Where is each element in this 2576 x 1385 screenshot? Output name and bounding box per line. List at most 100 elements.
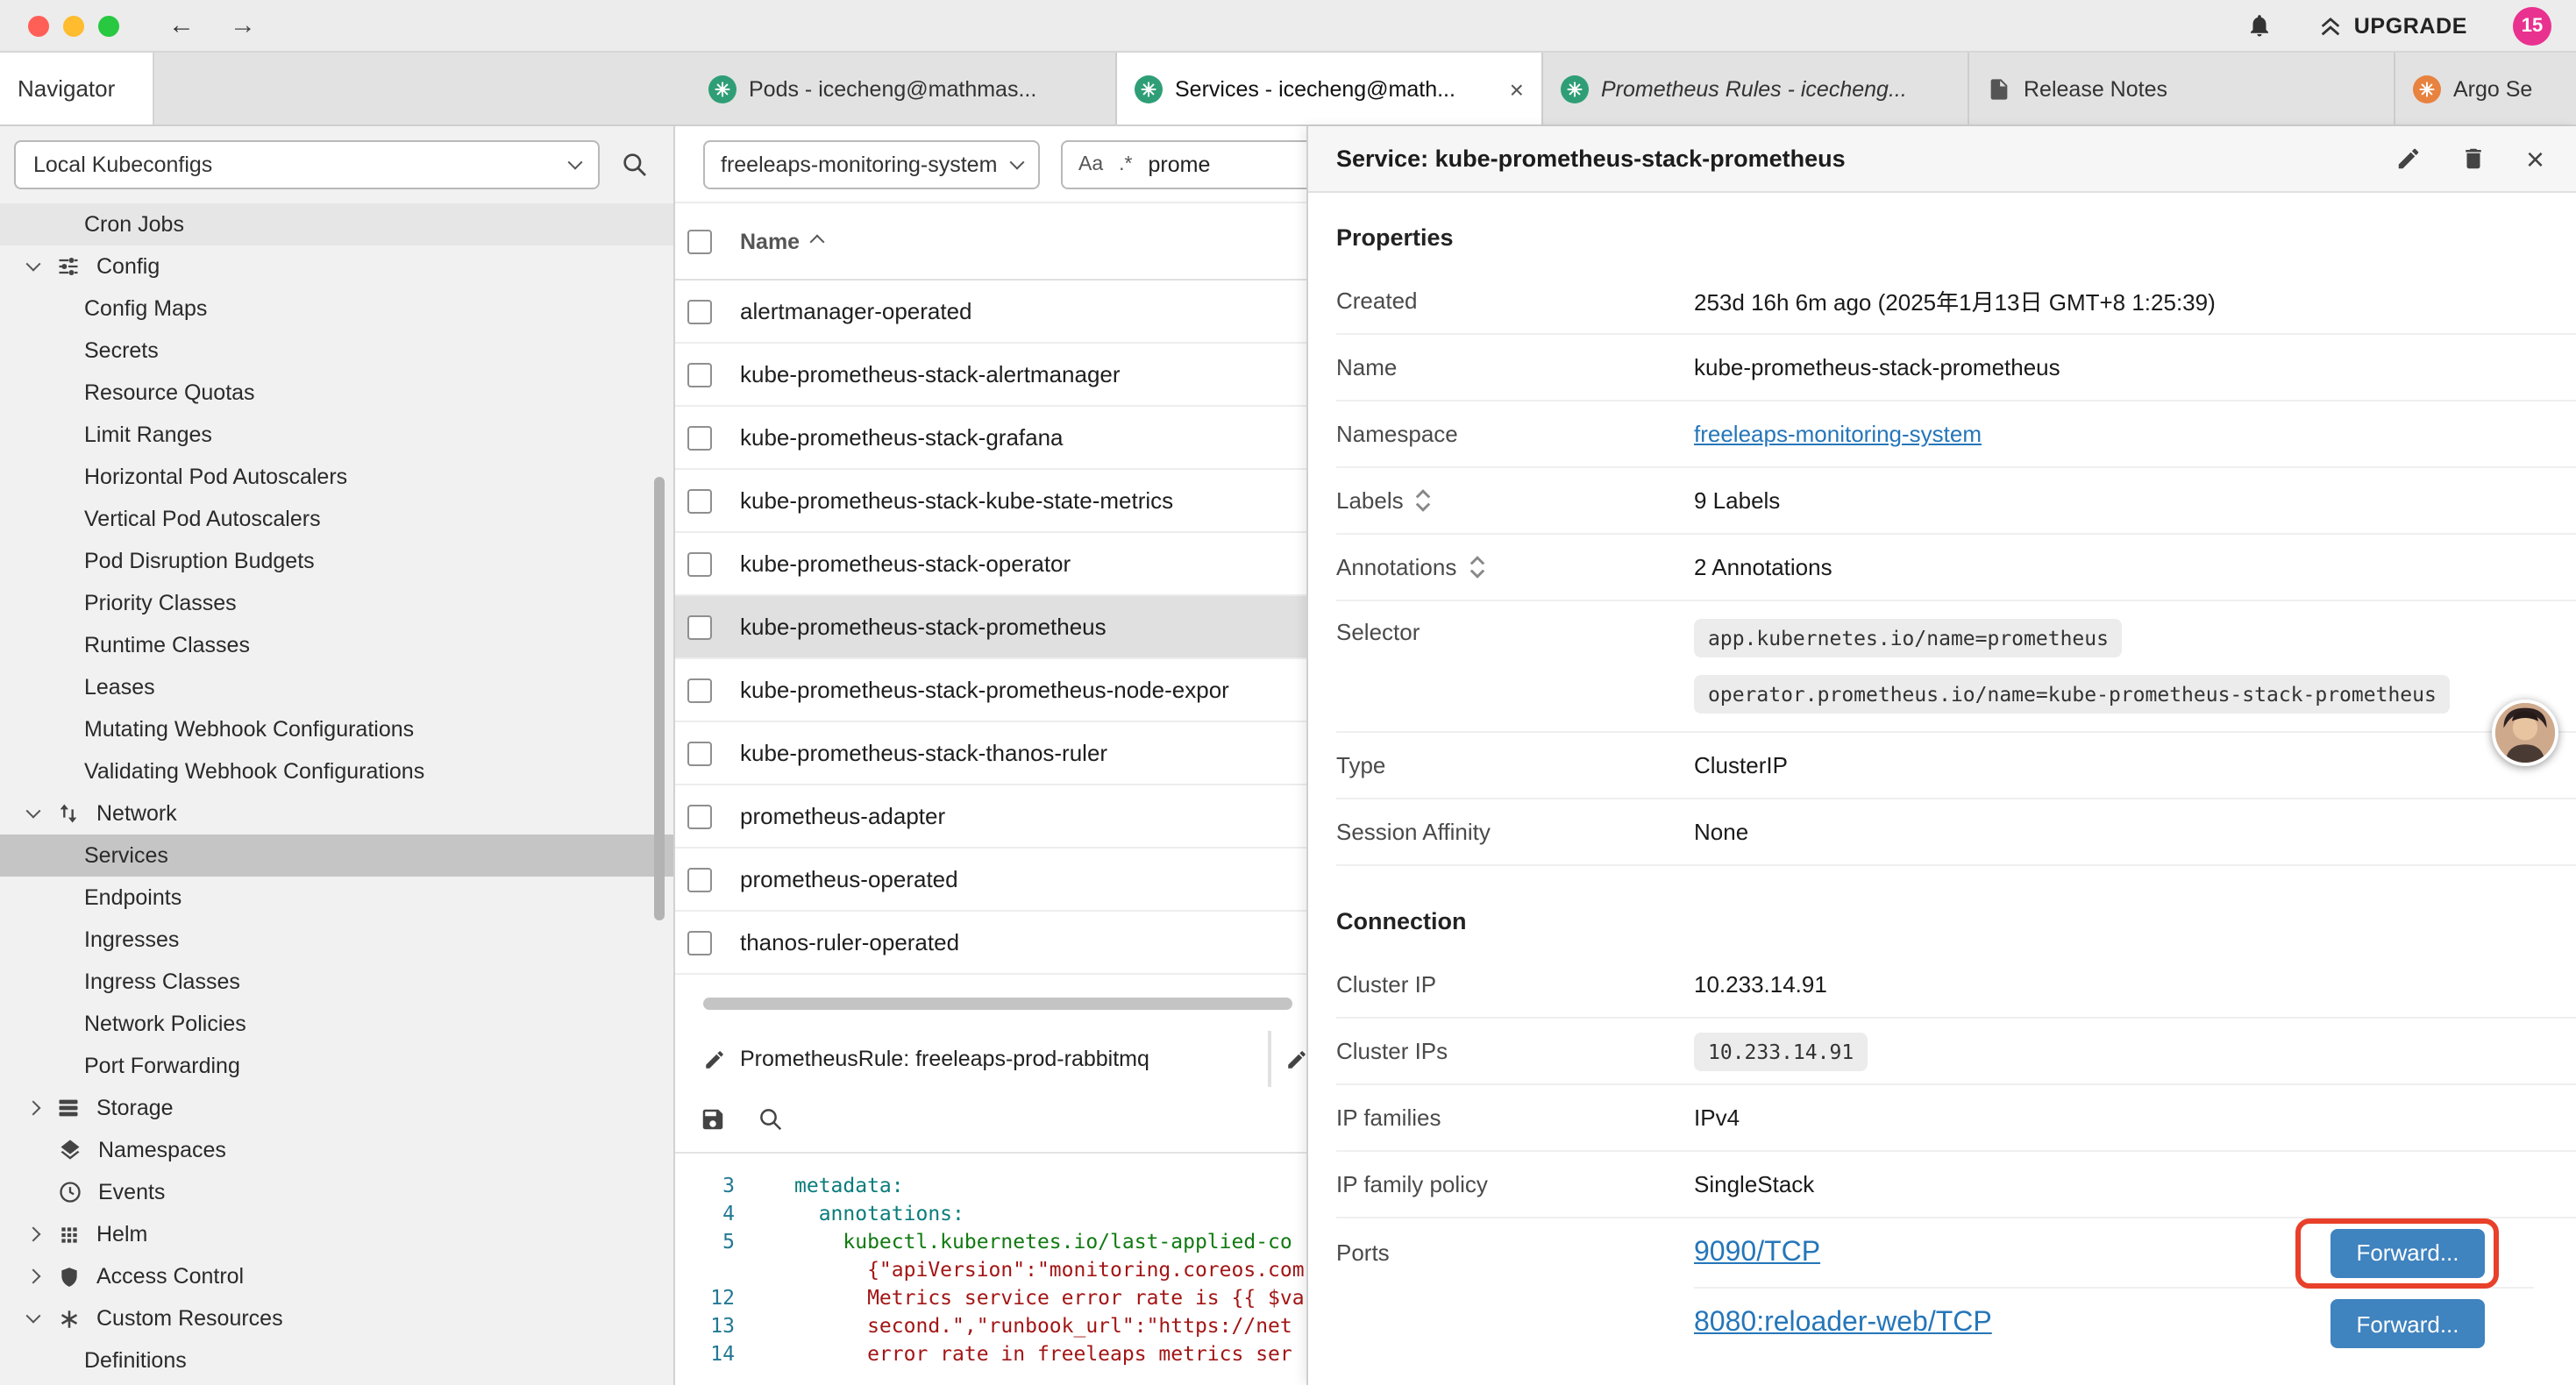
save-icon[interactable] [700, 1106, 726, 1133]
row-checkbox[interactable] [687, 614, 712, 639]
tab-release-notes[interactable]: Release Notes [1969, 53, 2395, 124]
sidebar-item-storage[interactable]: Storage [0, 1087, 673, 1129]
forward-button[interactable]: Forward... [2330, 1299, 2485, 1348]
tab-pods[interactable]: Pods - icecheng@mathmas... [691, 53, 1117, 124]
match-case-toggle[interactable]: Aa [1078, 153, 1103, 174]
sidebar-item-pod-disruption-budgets[interactable]: Pod Disruption Budgets [0, 540, 673, 582]
table-row[interactable]: prometheus-operated [675, 849, 1306, 912]
cluster-icon [1561, 75, 1589, 103]
sidebar-item-access-control[interactable]: Access Control [0, 1255, 673, 1297]
sidebar-item-validating-webhook-configurations[interactable]: Validating Webhook Configurations [0, 750, 673, 792]
sidebar-item-secrets[interactable]: Secrets [0, 330, 673, 372]
table-row[interactable]: kube-prometheus-stack-alertmanager [675, 344, 1306, 407]
row-checkbox[interactable] [687, 551, 712, 576]
sidebar-item-priority-classes[interactable]: Priority Classes [0, 582, 673, 624]
port-link[interactable]: 8080:reloader-web/TCP [1694, 1308, 1992, 1339]
tab-prometheus-rules[interactable]: Prometheus Rules - icecheng... [1543, 53, 1969, 124]
sidebar-item-runtime-classes[interactable]: Runtime Classes [0, 624, 673, 666]
table-row[interactable]: kube-prometheus-stack-prometheus-node-ex… [675, 659, 1306, 722]
sidebar-item-limit-ranges[interactable]: Limit Ranges [0, 414, 673, 456]
minimize-window-button[interactable] [63, 15, 84, 36]
namespace-link[interactable]: freeleaps-monitoring-system [1694, 421, 1982, 447]
zoom-window-button[interactable] [98, 15, 119, 36]
property-row-ip-family-policy: IP family policy SingleStack [1336, 1152, 2576, 1218]
row-checkbox[interactable] [687, 488, 712, 513]
close-drawer-icon[interactable]: × [2526, 143, 2544, 174]
namespace-filter-dropdown[interactable]: freeleaps-monitoring-system [703, 139, 1040, 188]
row-checkbox[interactable] [687, 299, 712, 323]
tab-services[interactable]: Services - icecheng@math... × [1117, 53, 1543, 124]
edit-pencil-icon[interactable] [2396, 146, 2423, 172]
row-checkbox[interactable] [687, 867, 712, 891]
forward-button[interactable]: Forward... [2330, 1228, 2485, 1277]
sidebar-item-endpoints[interactable]: Endpoints [0, 877, 673, 919]
notification-count-badge[interactable]: 15 [2513, 6, 2551, 45]
delete-trash-icon[interactable] [2461, 146, 2487, 172]
sidebar-item-events[interactable]: Events [0, 1171, 673, 1213]
row-checkbox[interactable] [687, 678, 712, 702]
sidebar-item-network-policies[interactable]: Network Policies [0, 1003, 673, 1045]
sidebar-item-services[interactable]: Services [0, 835, 673, 877]
regex-toggle[interactable]: .* [1119, 153, 1132, 174]
storage-icon [54, 1096, 82, 1120]
search-icon[interactable] [621, 151, 649, 179]
sidebar-item-config-maps[interactable]: Config Maps [0, 288, 673, 330]
table-row-selected[interactable]: kube-prometheus-stack-prometheus [675, 596, 1306, 659]
table-row[interactable]: kube-prometheus-stack-operator [675, 533, 1306, 596]
close-tab-icon[interactable]: × [1510, 75, 1524, 103]
chevron-down-icon [26, 804, 41, 819]
tab-argo[interactable]: Argo Se [2395, 53, 2576, 124]
sidebar-item-port-forwarding[interactable]: Port Forwarding [0, 1045, 673, 1087]
table-row[interactable]: kube-prometheus-stack-kube-state-metrics [675, 470, 1306, 533]
table-row[interactable]: prometheus-adapter [675, 785, 1306, 849]
sidebar-item-horizontal-pod-autoscalers[interactable]: Horizontal Pod Autoscalers [0, 456, 673, 498]
sidebar-item-network[interactable]: Network [0, 792, 673, 835]
row-checkbox[interactable] [687, 425, 712, 450]
row-checkbox[interactable] [687, 362, 712, 387]
port-link[interactable]: 9090/TCP [1694, 1237, 1820, 1268]
select-all-checkbox[interactable] [687, 229, 712, 253]
close-window-button[interactable] [28, 15, 49, 36]
name-column-header[interactable]: Name [740, 229, 822, 253]
sidebar-item-definitions[interactable]: Definitions [0, 1339, 673, 1381]
expand-updown-icon[interactable] [1469, 556, 1484, 579]
sidebar-item-leases[interactable]: Leases [0, 666, 673, 708]
kubeconfig-dropdown[interactable]: Local Kubeconfigs [14, 140, 600, 189]
table-row[interactable]: thanos-ruler-operated [675, 912, 1306, 975]
sidebar-item-mutating-webhook-configurations[interactable]: Mutating Webhook Configurations [0, 708, 673, 750]
service-details-drawer: Service: kube-prometheus-stack-prometheu… [1306, 126, 2576, 1385]
row-checkbox[interactable] [687, 741, 712, 765]
sidebar-item-config[interactable]: Config [0, 245, 673, 288]
table-header[interactable]: Name [675, 203, 1306, 281]
table-row[interactable]: kube-prometheus-stack-thanos-ruler [675, 722, 1306, 785]
table-row[interactable]: alertmanager-operated [675, 281, 1306, 344]
sidebar-item-helm[interactable]: Helm [0, 1213, 673, 1255]
sidebar-scrollbar[interactable] [654, 477, 665, 920]
back-arrow-icon[interactable]: ← [168, 12, 195, 39]
row-checkbox[interactable] [687, 930, 712, 955]
sidebar-item-cron-jobs[interactable]: Cron Jobs [0, 203, 673, 245]
sidebar-item-vertical-pod-autoscalers[interactable]: Vertical Pod Autoscalers [0, 498, 673, 540]
yaml-editor[interactable]: 3metadata: 4 annotations: 5 kubectl.kube… [675, 1154, 1306, 1385]
forward-arrow-icon[interactable]: → [230, 12, 256, 39]
sidebar-item-ingresses[interactable]: Ingresses [0, 919, 673, 961]
sidebar-item-ingress-classes[interactable]: Ingress Classes [0, 961, 673, 1003]
editor-search-icon[interactable] [758, 1106, 784, 1133]
horizontal-scrollbar[interactable] [703, 997, 1292, 1009]
sidebar-item-namespaces[interactable]: Namespaces [0, 1129, 673, 1171]
swap-vert-icon [54, 801, 82, 826]
avatar[interactable] [2492, 700, 2558, 766]
sidebar-item-resource-quotas[interactable]: Resource Quotas [0, 372, 673, 414]
row-checkbox[interactable] [687, 804, 712, 828]
notifications-bell-icon[interactable] [2247, 12, 2274, 39]
sidebar-item-custom-resources[interactable]: Custom Resources [0, 1297, 673, 1339]
search-input[interactable] [1149, 152, 1306, 176]
dock-tab-prometheusrule[interactable]: PrometheusRule: freeleaps-prod-rabbitmq [675, 1031, 1268, 1087]
property-row-type: Type ClusterIP [1336, 733, 2576, 799]
expand-updown-icon[interactable] [1416, 489, 1432, 512]
navigator-panel-tab[interactable]: Navigator [0, 53, 154, 124]
dock-tab-partial[interactable] [1271, 1031, 1306, 1087]
pencil-icon [703, 1048, 726, 1070]
table-row[interactable]: kube-prometheus-stack-grafana [675, 407, 1306, 470]
upgrade-button[interactable]: UPGRADE [2319, 13, 2467, 38]
